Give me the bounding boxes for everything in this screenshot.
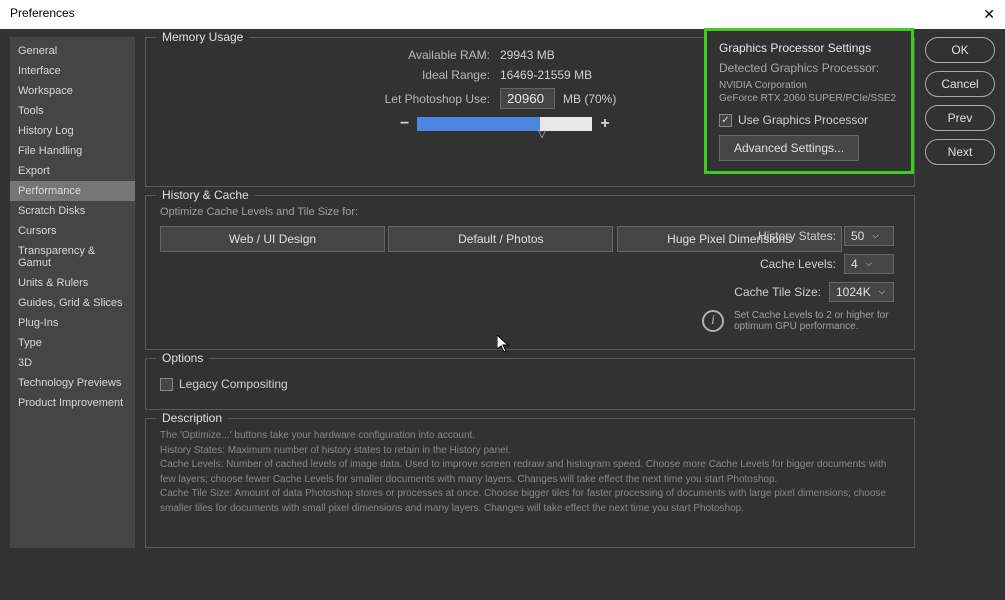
memory-usage-section: Memory Usage Available RAM: 29943 MB Ide…	[145, 37, 915, 187]
sidebar-item-transparency-gamut[interactable]: Transparency & Gamut	[10, 241, 135, 273]
close-icon[interactable]: ✕	[983, 6, 995, 23]
let-use-label: Let Photoshop Use:	[160, 92, 500, 106]
ideal-range-label: Ideal Range:	[160, 68, 500, 82]
memory-slider[interactable]: ▽	[417, 117, 592, 131]
web-ui-design-button[interactable]: Web / UI Design	[160, 226, 385, 252]
sidebar-item-export[interactable]: Export	[10, 161, 135, 181]
available-ram-label: Available RAM:	[160, 48, 500, 62]
history-states-value: 50	[851, 229, 864, 243]
default-photos-button[interactable]: Default / Photos	[388, 226, 613, 252]
next-button[interactable]: Next	[925, 139, 995, 165]
sidebar-item-guides-grid-slices[interactable]: Guides, Grid & Slices	[10, 293, 135, 313]
sidebar-item-units-rulers[interactable]: Units & Rulers	[10, 273, 135, 293]
use-gpu-label: Use Graphics Processor	[738, 113, 868, 127]
gpu-detected-label: Detected Graphics Processor:	[719, 61, 899, 75]
history-section-title: History & Cache	[156, 188, 255, 202]
memory-section-title: Memory Usage	[156, 30, 249, 44]
let-use-input[interactable]	[500, 88, 555, 109]
cache-tile-dropdown[interactable]: 1024K ⌵	[829, 282, 894, 302]
cancel-button[interactable]: Cancel	[925, 71, 995, 97]
use-gpu-checkbox[interactable]: ✓	[719, 114, 732, 127]
slider-fill	[417, 117, 540, 131]
sidebar-item-file-handling[interactable]: File Handling	[10, 141, 135, 161]
cache-hint-text: Set Cache Levels to 2 or higher for opti…	[734, 310, 894, 332]
sidebar-item-3d[interactable]: 3D	[10, 353, 135, 373]
slider-minus-button[interactable]: −	[400, 115, 409, 133]
description-section-title: Description	[156, 411, 228, 425]
desc-line-4: Cache Tile Size: Amount of data Photosho…	[160, 487, 900, 516]
sidebar-item-workspace[interactable]: Workspace	[10, 81, 135, 101]
gpu-model: GeForce RTX 2060 SUPER/PCIe/SSE2	[719, 92, 899, 105]
prev-button[interactable]: Prev	[925, 105, 995, 131]
sidebar-item-tools[interactable]: Tools	[10, 101, 135, 121]
ideal-range-value: 16469-21559 MB	[500, 68, 592, 82]
cache-levels-label: Cache Levels:	[760, 257, 836, 271]
sidebar-item-type[interactable]: Type	[10, 333, 135, 353]
options-section-title: Options	[156, 351, 209, 365]
info-icon: i	[702, 310, 724, 332]
gpu-vendor: NVIDIA Corporation	[719, 79, 899, 92]
desc-line-3: Cache Levels: Number of cached levels of…	[160, 458, 900, 487]
desc-line-1: The 'Optimize...' buttons take your hard…	[160, 429, 900, 444]
gpu-title: Graphics Processor Settings	[719, 41, 899, 55]
sidebar-item-plug-ins[interactable]: Plug-Ins	[10, 313, 135, 333]
available-ram-value: 29943 MB	[500, 48, 555, 62]
slider-thumb-icon: ▽	[538, 129, 546, 140]
ok-button[interactable]: OK	[925, 37, 995, 63]
sidebar-item-product-improvement[interactable]: Product Improvement	[10, 393, 135, 413]
sidebar-item-general[interactable]: General	[10, 41, 135, 61]
sidebar-item-history-log[interactable]: History Log	[10, 121, 135, 141]
history-states-dropdown[interactable]: 50 ⌵	[844, 226, 894, 246]
titlebar: Preferences ✕	[0, 0, 1005, 29]
slider-plus-button[interactable]: +	[600, 115, 609, 133]
legacy-compositing-checkbox[interactable]	[160, 378, 173, 391]
cache-levels-value: 4	[851, 257, 858, 271]
right-button-column: OK Cancel Prev Next	[925, 37, 995, 548]
optimize-label: Optimize Cache Levels and Tile Size for:	[160, 206, 900, 218]
sidebar-item-cursors[interactable]: Cursors	[10, 221, 135, 241]
sidebar-item-interface[interactable]: Interface	[10, 61, 135, 81]
sidebar-item-technology-previews[interactable]: Technology Previews	[10, 373, 135, 393]
chevron-down-icon: ⌵	[879, 287, 885, 297]
advanced-settings-button[interactable]: Advanced Settings...	[719, 135, 859, 161]
cache-tile-label: Cache Tile Size:	[734, 285, 821, 299]
description-section: Description The 'Optimize...' buttons ta…	[145, 418, 915, 548]
cache-levels-dropdown[interactable]: 4 ⌵	[844, 254, 894, 274]
options-section: Options Legacy Compositing	[145, 358, 915, 410]
history-cache-section: History & Cache Optimize Cache Levels an…	[145, 195, 915, 350]
history-states-label: History States:	[758, 229, 836, 243]
legacy-compositing-label: Legacy Compositing	[179, 377, 288, 391]
chevron-down-icon: ⌵	[872, 231, 878, 241]
sidebar: GeneralInterfaceWorkspaceToolsHistory Lo…	[10, 37, 135, 548]
sidebar-item-scratch-disks[interactable]: Scratch Disks	[10, 201, 135, 221]
window-title: Preferences	[10, 6, 75, 23]
cache-tile-value: 1024K	[836, 285, 871, 299]
desc-line-2: History States: Maximum number of histor…	[160, 444, 900, 459]
chevron-down-icon: ⌵	[866, 259, 872, 269]
let-use-suffix: MB (70%)	[563, 92, 616, 106]
sidebar-item-performance[interactable]: Performance	[10, 181, 135, 201]
gpu-settings-box: Graphics Processor Settings Detected Gra…	[704, 28, 914, 174]
